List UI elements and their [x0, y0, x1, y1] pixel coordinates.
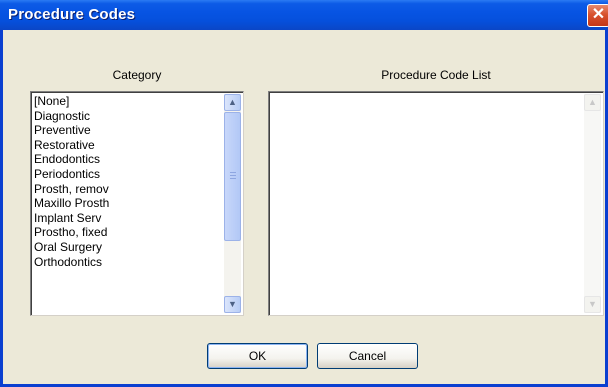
thumb-grip	[230, 172, 236, 173]
window-title: Procedure Codes	[8, 6, 136, 23]
list-item[interactable]: Prostho, fixed	[34, 225, 109, 240]
list-item[interactable]: Oral Surgery	[34, 240, 109, 255]
list-item[interactable]: Restorative	[34, 138, 109, 153]
procedure-code-listbox[interactable]: ▲ ▼	[268, 91, 604, 316]
procedure-codes-dialog: Procedure Codes ✕ Category Procedure Cod…	[0, 0, 608, 387]
procedure-code-list-label: Procedure Code List	[381, 68, 491, 82]
category-label: Category	[112, 68, 162, 82]
scroll-down-arrow-icon[interactable]: ▼	[224, 296, 241, 313]
procedure-scrollbar: ▲ ▼	[584, 94, 601, 313]
category-listbox[interactable]: [None] Diagnostic Preventive Restorative End…	[30, 91, 244, 316]
list-item[interactable]: Endodontics	[34, 152, 109, 167]
list-item[interactable]: Maxillo Prosth	[34, 196, 109, 211]
list-item[interactable]: Diagnostic	[34, 109, 109, 124]
ok-button[interactable]: OK	[207, 343, 308, 369]
scroll-up-arrow-icon[interactable]: ▲	[224, 94, 241, 111]
close-icon[interactable]: ✕	[587, 4, 608, 27]
list-item[interactable]: Prosth, remov	[34, 182, 109, 197]
list-item[interactable]: Preventive	[34, 123, 109, 138]
list-item[interactable]: [None]	[34, 94, 109, 109]
dialog-body: Category Procedure Code List [None] Diagn…	[3, 30, 605, 384]
scroll-thumb[interactable]	[224, 112, 241, 241]
scroll-down-arrow-icon: ▼	[584, 296, 601, 313]
title-bar[interactable]: Procedure Codes ✕	[0, 0, 608, 30]
list-item[interactable]: Periodontics	[34, 167, 109, 182]
category-scrollbar[interactable]: ▲ ▼	[224, 94, 241, 313]
list-item[interactable]: Implant Serv	[34, 211, 109, 226]
thumb-grip	[230, 178, 236, 179]
cancel-button[interactable]: Cancel	[317, 343, 418, 369]
scroll-up-arrow-icon: ▲	[584, 94, 601, 111]
list-item[interactable]: Orthodontics	[34, 255, 109, 270]
category-items: [None] Diagnostic Preventive Restorative End…	[34, 94, 109, 269]
thumb-grip	[230, 175, 236, 176]
